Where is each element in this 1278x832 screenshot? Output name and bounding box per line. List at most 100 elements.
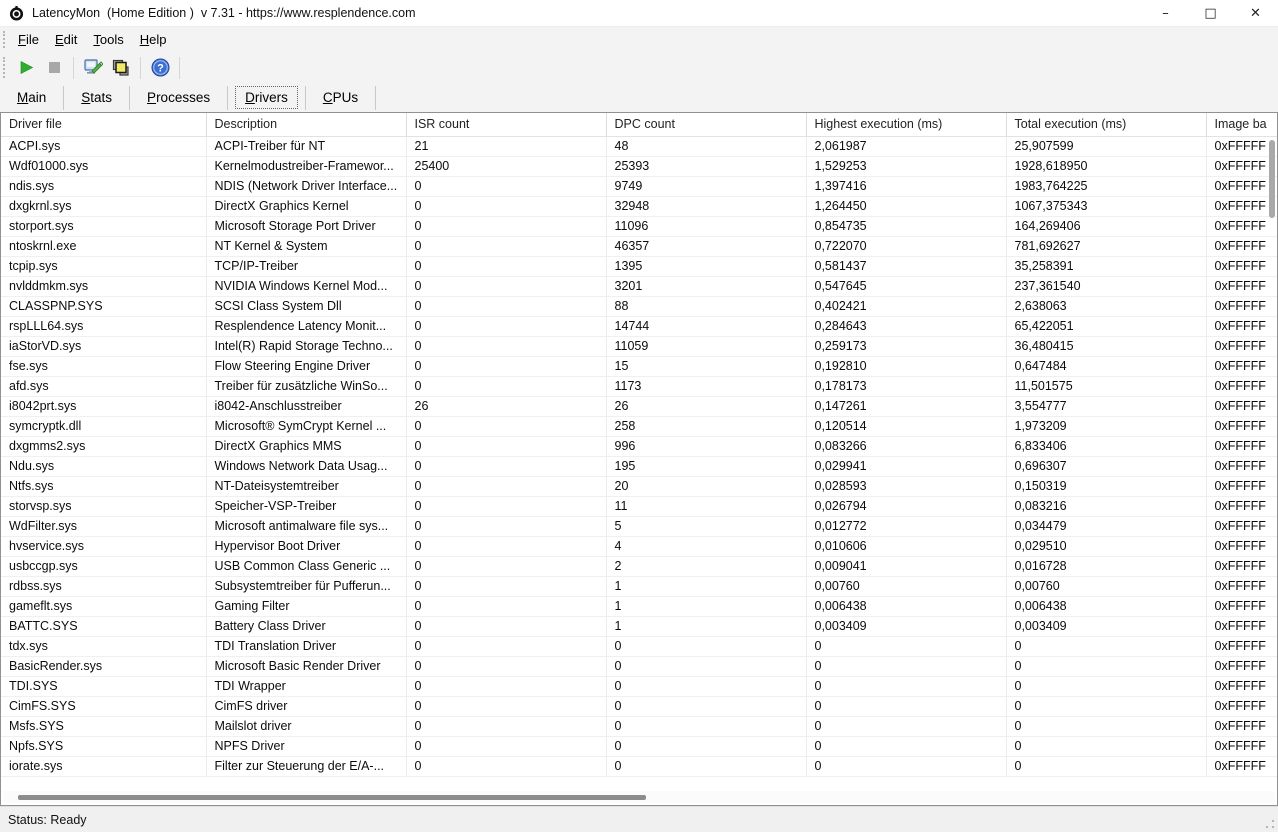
- options-button[interactable]: [80, 56, 106, 80]
- cell-total-execution: 164,269406: [1006, 216, 1206, 236]
- table-row[interactable]: WdFilter.sys Microsoft antimalware file …: [1, 516, 1278, 536]
- table-row[interactable]: tcpip.sys TCP/IP-Treiber 0 1395 0,581437…: [1, 256, 1278, 276]
- cell-dpc-count: 11059: [606, 336, 806, 356]
- cell-total-execution: 2,638063: [1006, 296, 1206, 316]
- column-header-isr-count[interactable]: ISR count: [406, 113, 606, 136]
- cell-driver-file: WdFilter.sys: [1, 516, 206, 536]
- cell-dpc-count: 195: [606, 456, 806, 476]
- driver-table-body: ACPI.sys ACPI-Treiber für NT 21 48 2,061…: [1, 136, 1278, 776]
- column-header-total-execution[interactable]: Total execution (ms): [1006, 113, 1206, 136]
- tab-drivers[interactable]: Drivers: [235, 86, 298, 109]
- table-row[interactable]: ntoskrnl.exe NT Kernel & System 0 46357 …: [1, 236, 1278, 256]
- column-header-image-base[interactable]: Image ba: [1206, 113, 1278, 136]
- start-monitor-button[interactable]: [13, 56, 39, 80]
- cell-total-execution: 1983,764225: [1006, 176, 1206, 196]
- column-header-highest-execution[interactable]: Highest execution (ms): [806, 113, 1006, 136]
- menu-file[interactable]: File: [10, 28, 47, 51]
- cell-isr-count: 0: [406, 716, 606, 736]
- cell-driver-file: tdx.sys: [1, 636, 206, 656]
- cell-driver-file: usbccgp.sys: [1, 556, 206, 576]
- cell-dpc-count: 1173: [606, 376, 806, 396]
- table-row[interactable]: iorate.sys Filter zur Steuerung der E/A-…: [1, 756, 1278, 776]
- cell-highest-execution: 0,147261: [806, 396, 1006, 416]
- table-row[interactable]: rspLLL64.sys Resplendence Latency Monit.…: [1, 316, 1278, 336]
- cell-dpc-count: 996: [606, 436, 806, 456]
- tab-processes[interactable]: Processes: [137, 86, 220, 109]
- cell-highest-execution: 0: [806, 736, 1006, 756]
- cell-isr-count: 0: [406, 436, 606, 456]
- cell-description: ACPI-Treiber für NT: [206, 136, 406, 156]
- cell-highest-execution: 0,192810: [806, 356, 1006, 376]
- cell-isr-count: 0: [406, 296, 606, 316]
- table-row[interactable]: iaStorVD.sys Intel(R) Rapid Storage Tech…: [1, 336, 1278, 356]
- cell-highest-execution: 0,854735: [806, 216, 1006, 236]
- cell-total-execution: 0,083216: [1006, 496, 1206, 516]
- table-row[interactable]: ACPI.sys ACPI-Treiber für NT 21 48 2,061…: [1, 136, 1278, 156]
- horizontal-scrollbar[interactable]: [3, 791, 1275, 803]
- cell-dpc-count: 1: [606, 616, 806, 636]
- cell-driver-file: Npfs.SYS: [1, 736, 206, 756]
- vertical-scrollbar-thumb[interactable]: [1269, 140, 1275, 218]
- table-row[interactable]: usbccgp.sys USB Common Class Generic ...…: [1, 556, 1278, 576]
- table-row[interactable]: fse.sys Flow Steering Engine Driver 0 15…: [1, 356, 1278, 376]
- help-button[interactable]: ?: [147, 56, 173, 80]
- horizontal-scrollbar-thumb[interactable]: [18, 795, 646, 800]
- window-title: LatencyMon (Home Edition ) v 7.31 - http…: [32, 6, 416, 20]
- table-row[interactable]: dxgmms2.sys DirectX Graphics MMS 0 996 0…: [1, 436, 1278, 456]
- cell-dpc-count: 46357: [606, 236, 806, 256]
- cell-isr-count: 0: [406, 556, 606, 576]
- cell-description: NT Kernel & System: [206, 236, 406, 256]
- table-row[interactable]: Ntfs.sys NT-Dateisystemtreiber 0 20 0,02…: [1, 476, 1278, 496]
- copy-report-button[interactable]: [108, 56, 134, 80]
- cell-description: NT-Dateisystemtreiber: [206, 476, 406, 496]
- table-row[interactable]: dxgkrnl.sys DirectX Graphics Kernel 0 32…: [1, 196, 1278, 216]
- table-row[interactable]: Npfs.SYS NPFS Driver 0 0 0 0 0xFFFFF: [1, 736, 1278, 756]
- column-header-dpc-count[interactable]: DPC count: [606, 113, 806, 136]
- maximize-button[interactable]: □: [1188, 0, 1233, 26]
- table-row[interactable]: CimFS.SYS CimFS driver 0 0 0 0 0xFFFFF: [1, 696, 1278, 716]
- table-row[interactable]: storport.sys Microsoft Storage Port Driv…: [1, 216, 1278, 236]
- cell-highest-execution: 0: [806, 716, 1006, 736]
- table-row[interactable]: ndis.sys NDIS (Network Driver Interface.…: [1, 176, 1278, 196]
- tab-cpus[interactable]: CPUs: [313, 86, 368, 109]
- table-row[interactable]: tdx.sys TDI Translation Driver 0 0 0 0 0…: [1, 636, 1278, 656]
- table-row[interactable]: storvsp.sys Speicher-VSP-Treiber 0 11 0,…: [1, 496, 1278, 516]
- table-row[interactable]: BasicRender.sys Microsoft Basic Render D…: [1, 656, 1278, 676]
- table-row[interactable]: afd.sys Treiber für zusätzliche WinSo...…: [1, 376, 1278, 396]
- table-row[interactable]: rdbss.sys Subsystemtreiber für Pufferun.…: [1, 576, 1278, 596]
- tab-main[interactable]: Main: [7, 86, 56, 109]
- close-button[interactable]: ✕: [1233, 0, 1278, 26]
- tab-separator: [375, 86, 376, 110]
- cell-dpc-count: 26: [606, 396, 806, 416]
- table-row[interactable]: Wdf01000.sys Kernelmodustreiber-Framewor…: [1, 156, 1278, 176]
- menu-help[interactable]: Help: [132, 28, 175, 51]
- table-row[interactable]: BATTC.SYS Battery Class Driver 0 1 0,003…: [1, 616, 1278, 636]
- table-row[interactable]: CLASSPNP.SYS SCSI Class System Dll 0 88 …: [1, 296, 1278, 316]
- table-row[interactable]: i8042prt.sys i8042-Anschlusstreiber 26 2…: [1, 396, 1278, 416]
- cell-image-base: 0xFFFFF: [1206, 536, 1278, 556]
- cell-description: CimFS driver: [206, 696, 406, 716]
- table-row[interactable]: gameflt.sys Gaming Filter 0 1 0,006438 0…: [1, 596, 1278, 616]
- stop-monitor-button[interactable]: [41, 56, 67, 80]
- tab-separator: [305, 86, 306, 110]
- menu-edit[interactable]: Edit: [47, 28, 85, 51]
- column-header-description[interactable]: Description: [206, 113, 406, 136]
- cell-description: NDIS (Network Driver Interface...: [206, 176, 406, 196]
- cell-image-base: 0xFFFFF: [1206, 216, 1278, 236]
- table-row[interactable]: Msfs.SYS Mailslot driver 0 0 0 0 0xFFFFF: [1, 716, 1278, 736]
- table-row[interactable]: Ndu.sys Windows Network Data Usag... 0 1…: [1, 456, 1278, 476]
- column-header-driver-file[interactable]: Driver file: [1, 113, 206, 136]
- minimize-button[interactable]: –: [1143, 0, 1188, 26]
- menu-tools[interactable]: Tools: [85, 28, 131, 51]
- cell-image-base: 0xFFFFF: [1206, 316, 1278, 336]
- resize-grip[interactable]: [1265, 819, 1275, 829]
- cell-isr-count: 0: [406, 456, 606, 476]
- tab-stats[interactable]: Stats: [71, 86, 122, 109]
- cell-total-execution: 25,907599: [1006, 136, 1206, 156]
- table-row[interactable]: hvservice.sys Hypervisor Boot Driver 0 4…: [1, 536, 1278, 556]
- toolbar: ?: [0, 52, 1278, 83]
- table-row[interactable]: TDI.SYS TDI Wrapper 0 0 0 0 0xFFFFF: [1, 676, 1278, 696]
- table-row[interactable]: nvlddmkm.sys NVIDIA Windows Kernel Mod..…: [1, 276, 1278, 296]
- cell-driver-file: ACPI.sys: [1, 136, 206, 156]
- table-row[interactable]: symcryptk.dll Microsoft® SymCrypt Kernel…: [1, 416, 1278, 436]
